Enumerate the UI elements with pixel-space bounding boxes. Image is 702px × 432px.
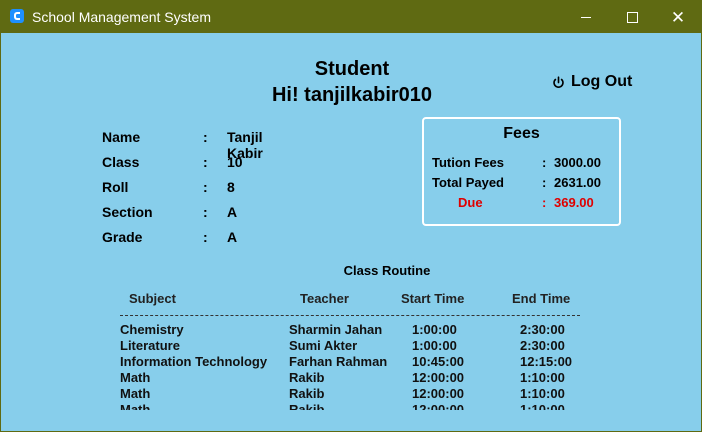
row-start-time: 1:00:00 [412, 338, 457, 353]
info-colon: : [203, 129, 208, 145]
app-icon [10, 9, 24, 23]
info-value: A [227, 204, 238, 220]
header-end-time: End Time [512, 291, 571, 306]
app-window: School Management System ✕ Student Hi! t… [0, 0, 702, 432]
row-end-time: 1:10:00 [520, 402, 565, 410]
minimize-button[interactable] [563, 1, 609, 33]
row-end-time: 2:30:00 [520, 322, 565, 337]
info-label: Name [102, 129, 141, 145]
info-colon: : [203, 154, 208, 170]
maximize-button[interactable] [609, 1, 655, 33]
info-label: Section [102, 204, 153, 220]
routine-divider [120, 315, 580, 316]
row-start-time: 1:00:00 [412, 322, 457, 337]
row-start-time: 12:00:00 [412, 402, 465, 410]
fee-colon: : [542, 175, 547, 190]
logout-button[interactable]: Log Out [552, 73, 632, 91]
row-teacher: Farhan Rahman [289, 354, 388, 369]
row-subject: Literature [120, 338, 180, 353]
info-value: 10 [227, 154, 243, 170]
row-teacher: Rakib [289, 402, 325, 410]
close-icon: ✕ [670, 7, 686, 27]
row-subject: Information Technology [120, 354, 268, 369]
row-subject: Math [120, 402, 151, 410]
title-bar[interactable]: School Management System ✕ [1, 1, 701, 33]
fee-value: 2631.00 [554, 175, 601, 190]
row-start-time: 12:00:00 [412, 386, 465, 401]
routine-row: Literature Sumi Akter 1:00:00 2:30:00 [1, 338, 701, 354]
routine-title: Class Routine [343, 263, 431, 278]
row-teacher: Sumi Akter [289, 338, 358, 353]
row-end-time: 12:15:00 [520, 354, 573, 369]
row-teacher: Rakib [289, 386, 325, 401]
row-subject: Chemistry [120, 322, 184, 337]
fee-label: Total Payed [432, 175, 505, 190]
routine-list[interactable]: Chemistry Sharmin Jahan 1:00:00 2:30:00 … [1, 322, 701, 410]
row-end-time: 2:30:00 [520, 338, 565, 353]
fee-colon: : [542, 155, 547, 170]
header-teacher: Teacher [300, 291, 349, 306]
routine-row: Math Rakib 12:00:00 1:10:00 [1, 370, 701, 386]
routine-row: Chemistry Sharmin Jahan 1:00:00 2:30:00 [1, 322, 701, 338]
window-title: School Management System [32, 9, 211, 25]
fee-value: 3000.00 [554, 155, 601, 170]
header-subject: Subject [129, 291, 176, 306]
info-label: Roll [102, 179, 129, 195]
close-button[interactable]: ✕ [655, 1, 701, 33]
info-colon: : [203, 204, 208, 220]
due-value: 369.00 [554, 195, 594, 210]
row-start-time: 10:45:00 [412, 354, 465, 369]
row-subject: Math [120, 386, 151, 401]
fees-panel: Fees Tution Fees : 3000.00 Total Payed :… [422, 117, 621, 226]
fee-colon: : [542, 195, 547, 210]
row-start-time: 12:00:00 [412, 370, 465, 385]
routine-row: Math Rakib 12:00:00 1:10:00 [1, 386, 701, 402]
fees-title: Fees [503, 125, 540, 142]
due-label: Due [458, 195, 483, 210]
info-label: Grade [102, 229, 143, 245]
header-start-time: Start Time [401, 291, 465, 306]
logout-label: Log Out [571, 73, 633, 90]
row-teacher: Rakib [289, 370, 325, 385]
row-end-time: 1:10:00 [520, 370, 565, 385]
row-end-time: 1:10:00 [520, 386, 565, 401]
routine-row: Information Technology Farhan Rahman 10:… [1, 354, 701, 370]
minimize-icon [581, 16, 591, 18]
row-subject: Math [120, 370, 151, 385]
info-colon: : [203, 179, 208, 195]
power-icon [553, 75, 564, 88]
row-teacher: Sharmin Jahan [289, 322, 383, 337]
info-value: A [227, 229, 238, 245]
info-label: Class [102, 154, 140, 170]
fee-label: Tution Fees [432, 155, 504, 170]
routine-row: Math Rakib 12:00:00 1:10:00 [1, 402, 701, 410]
maximize-icon [626, 11, 638, 23]
info-colon: : [203, 229, 208, 245]
info-value: 8 [227, 179, 235, 195]
